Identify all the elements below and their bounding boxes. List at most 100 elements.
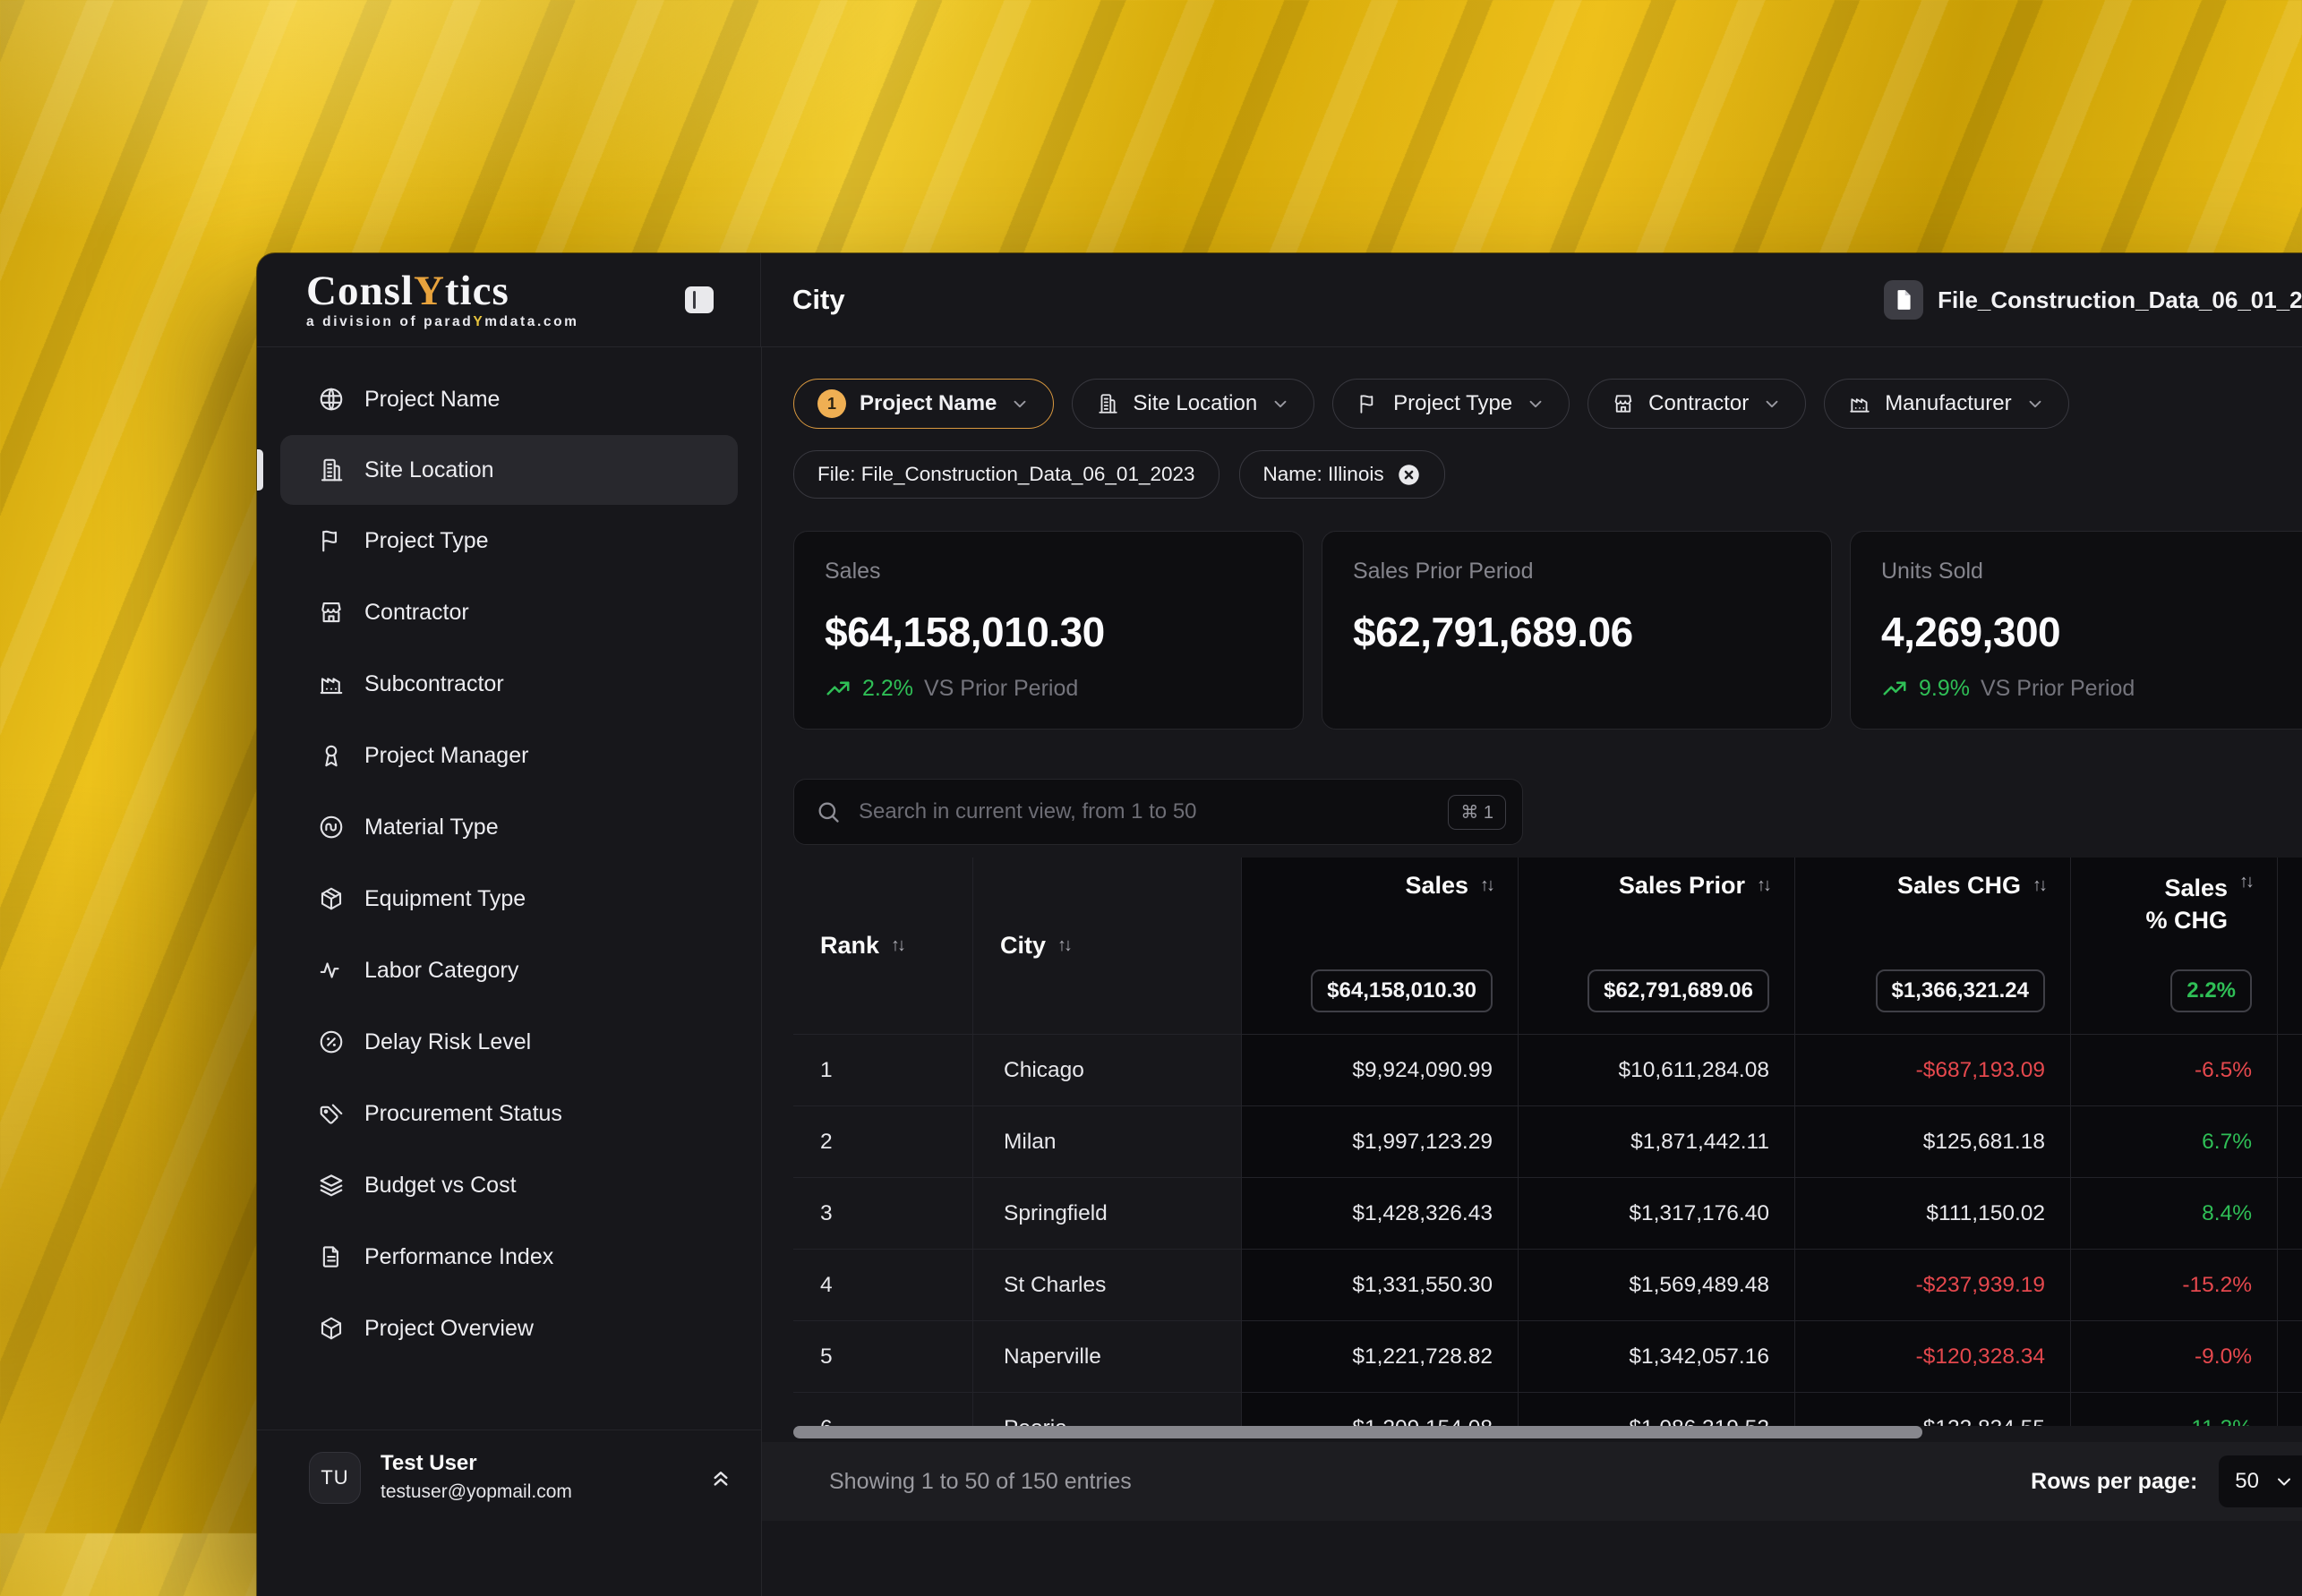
- search-input[interactable]: [857, 798, 1433, 825]
- logo-zone: ConslYtics a division of paradYmdata.com: [257, 253, 761, 347]
- user-email: testuser@yopmail.com: [381, 1481, 572, 1502]
- flag-icon: [322, 530, 338, 552]
- sidebar-item-label: Contractor: [364, 599, 469, 625]
- chip-label: Manufacturer: [1885, 391, 2012, 415]
- file-icon: [1884, 280, 1924, 320]
- column-header-rank[interactable]: Rank ↑↓: [793, 858, 973, 1035]
- column-header-sales[interactable]: Sales ↑↓ $64,158,010.30: [1242, 858, 1519, 1035]
- close-icon[interactable]: [1397, 463, 1421, 487]
- table-body: 1 Chicago $9,924,090.99 $10,611,284.08 -…: [793, 1035, 2302, 1426]
- sidebar-nav: Project Name Site Location Project Type …: [257, 347, 761, 1430]
- column-label: Sales Prior: [1618, 872, 1745, 899]
- sidebar-item-contractor[interactable]: Contractor: [257, 576, 761, 648]
- sidebar-item-procurement-status[interactable]: Procurement Status: [257, 1078, 761, 1149]
- table-row[interactable]: 3 Springfield $1,428,326.43 $1,317,176.4…: [793, 1178, 2302, 1250]
- sidebar-item-material-type[interactable]: Material Type: [257, 791, 761, 863]
- kpi-label: Units Sold: [1881, 559, 1983, 584]
- filter-chip-manufacturer[interactable]: Manufacturer: [1824, 379, 2069, 429]
- sort-icon[interactable]: ↑↓: [1757, 875, 1772, 896]
- chevrons-up-icon[interactable]: [707, 1463, 734, 1494]
- cell-sales-prior: $1,342,057.16: [1519, 1321, 1795, 1393]
- table-row[interactable]: 2 Milan $1,997,123.29 $1,871,442.11 $125…: [793, 1106, 2302, 1178]
- cell-sales-pct-chg: 11.3%: [2071, 1393, 2278, 1426]
- sidebar-item-subcontractor[interactable]: Subcontractor: [257, 648, 761, 720]
- chevron-down-icon: [1274, 400, 1287, 408]
- sidebar-item-performance-index[interactable]: Performance Index: [257, 1221, 761, 1293]
- sidebar-item-project-name[interactable]: Project Name: [257, 363, 761, 435]
- sidebar-item-project-manager[interactable]: Project Manager: [257, 720, 761, 791]
- trending-up-icon: [1883, 681, 1906, 696]
- sidebar-item-label: Equipment Type: [364, 885, 526, 911]
- filter-chip-contractor[interactable]: Contractor: [1587, 379, 1807, 429]
- cell-rank: 5: [793, 1321, 973, 1393]
- user-name: Test User: [381, 1451, 477, 1475]
- chip-label: Project Name: [860, 391, 997, 415]
- user-profile[interactable]: TU Test User testuser@yopmail.com: [257, 1430, 761, 1596]
- cell-sales: $1,209,154.08: [1242, 1393, 1519, 1426]
- sidebar-item-label: Labor Category: [364, 957, 519, 983]
- flag-icon: [1360, 395, 1373, 414]
- cell-sales: $1,997,123.29: [1242, 1106, 1519, 1178]
- tags-icon: [320, 1104, 343, 1124]
- cell-city: St Charles: [973, 1250, 1242, 1321]
- sort-icon[interactable]: ↑↓: [2239, 872, 2255, 892]
- kpi-label: Sales: [825, 559, 881, 584]
- sort-icon[interactable]: ↑↓: [1480, 875, 1495, 896]
- kpi-value: 4,269,300: [1881, 609, 2061, 655]
- sort-icon[interactable]: ↑↓: [2032, 875, 2048, 896]
- scrollbar-thumb[interactable]: [793, 1426, 1922, 1438]
- tag-label: File: File_Construction_Data_06_01_2023: [817, 463, 1195, 485]
- badge-percent-icon: [320, 1030, 343, 1054]
- cell-overflow: [2278, 1250, 2302, 1321]
- table-row[interactable]: 5 Naperville $1,221,728.82 $1,342,057.16…: [793, 1321, 2302, 1393]
- sort-icon[interactable]: ↑↓: [1057, 935, 1073, 956]
- cell-sales-pct-chg: 8.4%: [2071, 1178, 2278, 1250]
- main-content: 1 Project Name Site Location Project Typ…: [762, 347, 2302, 1596]
- cell-sales-pct-chg: -6.5%: [2071, 1035, 2278, 1106]
- column-header-sales-chg[interactable]: Sales CHG ↑↓ $1,366,321.24: [1795, 858, 2071, 1035]
- rows-per-page-select[interactable]: 50: [2219, 1455, 2302, 1507]
- rows-per-page-value: 50: [2235, 1469, 2259, 1493]
- column-header-sales-pct-chg[interactable]: Sales% CHG ↑↓ 2.2%: [2071, 858, 2278, 1035]
- sidebar-item-site-location[interactable]: Site Location: [280, 435, 738, 505]
- sidebar-item-labor-category[interactable]: Labor Category: [257, 935, 761, 1006]
- sidebar-item-label: Project Overview: [364, 1315, 534, 1341]
- cell-sales-prior: $1,871,442.11: [1519, 1106, 1795, 1178]
- sidebar-item-label: Project Manager: [364, 742, 529, 768]
- current-file-chip[interactable]: File_Construction_Data_06_01_2023: [1884, 280, 2302, 320]
- sidebar-item-project-overview[interactable]: Project Overview: [257, 1293, 761, 1364]
- sidebar-item-equipment-type[interactable]: Equipment Type: [257, 863, 761, 935]
- sidebar-item-delay-risk-level[interactable]: Delay Risk Level: [257, 1006, 761, 1078]
- brand-name-post: tics: [444, 268, 509, 315]
- filter-chip-project-type[interactable]: Project Type: [1332, 379, 1570, 429]
- sidebar-item-label: Material Type: [364, 814, 499, 840]
- filter-tag-file[interactable]: File: File_Construction_Data_06_01_2023: [793, 450, 1219, 499]
- sort-icon[interactable]: ↑↓: [891, 935, 906, 956]
- cell-sales-chg: $125,681.18: [1795, 1106, 2071, 1178]
- file-text-icon: [322, 1246, 338, 1267]
- table-row[interactable]: 4 St Charles $1,331,550.30 $1,569,489.48…: [793, 1250, 2302, 1321]
- tag-label: Name: Illinois: [1262, 463, 1384, 485]
- table-row[interactable]: 1 Chicago $9,924,090.99 $10,611,284.08 -…: [793, 1035, 2302, 1106]
- kpi-delta-note: VS Prior Period: [1980, 675, 2135, 701]
- sidebar-collapse-icon[interactable]: [685, 286, 714, 313]
- kpi-card-units-sold: Units Sold 4,269,300 9.9% VS Prior Perio…: [1850, 531, 2302, 730]
- filter-tag-name-illinois[interactable]: Name: Illinois: [1238, 450, 1445, 499]
- brand-name: ConslYtics: [306, 270, 579, 312]
- sidebar-item-project-type[interactable]: Project Type: [257, 505, 761, 576]
- table-row[interactable]: 6 Peoria $1,209,154.08 $1,086,319.52 $12…: [793, 1393, 2302, 1426]
- rows-per-page: Rows per page: 50: [2031, 1455, 2302, 1507]
- column-total-badge: 2.2%: [2170, 969, 2252, 1012]
- filter-chip-site-location[interactable]: Site Location: [1072, 379, 1315, 429]
- cell-sales-chg: $111,150.02: [1795, 1178, 2071, 1250]
- page-header: City File_Construction_Data_06_01_2023: [761, 253, 2302, 347]
- sidebar-item-budget-vs-cost[interactable]: Budget vs Cost: [257, 1149, 761, 1221]
- horizontal-scrollbar[interactable]: [793, 1426, 2302, 1438]
- filter-chip-project-name[interactable]: 1 Project Name: [793, 379, 1055, 429]
- activity-icon: [320, 962, 339, 978]
- kpi-delta: 2.2% VS Prior Period: [825, 675, 1272, 702]
- column-header-city[interactable]: City ↑↓: [973, 858, 1242, 1035]
- user-meta: Test User testuser@yopmail.com: [381, 1450, 572, 1504]
- cell-overflow: [2278, 1321, 2302, 1393]
- column-header-sales-prior[interactable]: Sales Prior ↑↓ $62,791,689.06: [1519, 858, 1795, 1035]
